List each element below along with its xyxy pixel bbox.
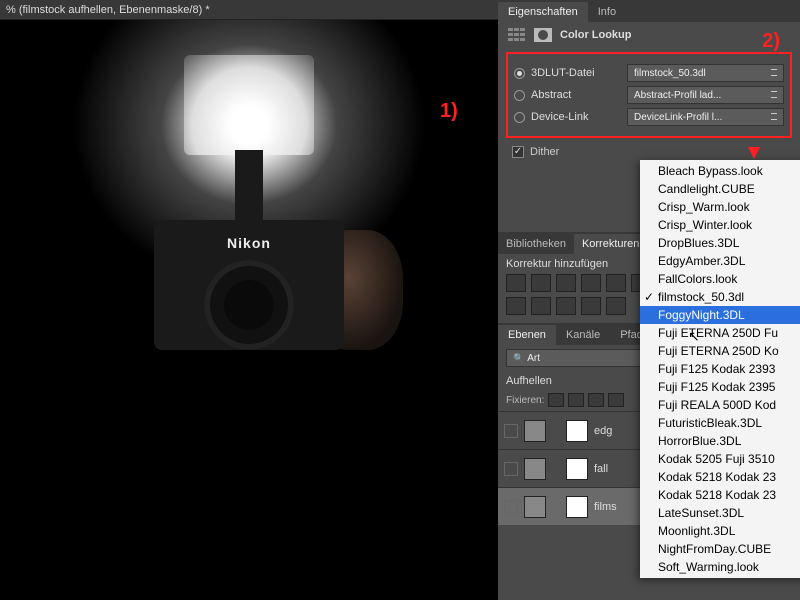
layer-name[interactable]: films <box>594 501 617 513</box>
link-icon[interactable] <box>552 424 560 438</box>
lut-menu-item[interactable]: Fuji F125 Kodak 2393 <box>640 360 800 378</box>
lut-menu-item[interactable]: EdgyAmber.3DL <box>640 252 800 270</box>
lookup-grid-icon[interactable] <box>508 28 526 42</box>
mask-thumb-icon[interactable] <box>566 458 588 480</box>
canvas-image[interactable]: Nikon <box>0 20 498 600</box>
lut-menu-item[interactable]: HorrorBlue.3DL <box>640 432 800 450</box>
camera-shape: Nikon <box>154 220 344 350</box>
lock-transparency-icon[interactable] <box>548 393 564 407</box>
lut-menu-item[interactable]: FoggyNight.3DL <box>640 306 800 324</box>
color-lookup-title: Color Lookup <box>560 29 632 41</box>
document-tab-label: % (filmstock aufhellen, Ebenenmaske/8) * <box>6 4 210 16</box>
lut-menu-item[interactable]: NightFromDay.CUBE <box>640 540 800 558</box>
lock-label: Fixieren: <box>506 395 544 406</box>
lut-menu-item[interactable]: Kodak 5218 Kodak 23 <box>640 468 800 486</box>
lut-menu-item[interactable]: Kodak 5218 Kodak 23 <box>640 486 800 504</box>
mask-thumb-icon[interactable] <box>566 420 588 442</box>
layer-thumb-icon[interactable] <box>524 458 546 480</box>
flash-shape <box>184 55 314 155</box>
mask-thumb-icon[interactable] <box>566 496 588 518</box>
camera-brand: Nikon <box>227 235 271 251</box>
layer-thumb-icon[interactable] <box>524 420 546 442</box>
document-tab[interactable]: % (filmstock aufhellen, Ebenenmaske/8) * <box>0 0 498 20</box>
tab-ebenen[interactable]: Ebenen <box>498 325 556 345</box>
lock-all-icon[interactable] <box>608 393 624 407</box>
adj-selective-icon[interactable] <box>606 297 626 315</box>
canvas-area: % (filmstock aufhellen, Ebenenmaske/8) *… <box>0 0 498 600</box>
lut-menu-item[interactable]: Fuji ETERNA 250D Ko <box>640 342 800 360</box>
color-lookup-header: Color Lookup <box>498 22 800 48</box>
adj-exposure-icon[interactable] <box>581 274 601 292</box>
lut-menu-item[interactable]: Fuji F125 Kodak 2395 <box>640 378 800 396</box>
visibility-icon[interactable] <box>504 462 518 476</box>
lut-menu-item[interactable]: Fuji ETERNA 250D Fu <box>640 324 800 342</box>
annotation-arrow-icon <box>748 147 760 159</box>
option-3dlut-row: 3DLUT-Datei filmstock_50.3dl <box>514 64 784 82</box>
lut-menu-item[interactable]: Moonlight.3DL <box>640 522 800 540</box>
layer-name[interactable]: edg <box>594 425 612 437</box>
checkbox-dither[interactable]: ✓ <box>512 146 524 158</box>
adj-threshold-icon[interactable] <box>556 297 576 315</box>
tab-korrekturen[interactable]: Korrekturen <box>574 234 647 254</box>
tab-eigenschaften[interactable]: Eigenschaften <box>498 2 588 22</box>
lut-menu-item[interactable]: filmstock_50.3dl <box>640 288 800 306</box>
annotation-2: 2) <box>762 30 780 53</box>
visibility-icon[interactable] <box>504 500 518 514</box>
tab-kanaele[interactable]: Kanäle <box>556 325 610 345</box>
visibility-icon[interactable] <box>504 424 518 438</box>
annotation-1: 1) <box>440 100 458 123</box>
adj-brightness-icon[interactable] <box>506 274 526 292</box>
lut-dropdown-menu[interactable]: Bleach Bypass.lookCandlelight.CUBECrisp_… <box>640 160 800 578</box>
adj-invert-icon[interactable] <box>506 297 526 315</box>
label-3dlut: 3DLUT-Datei <box>531 67 621 79</box>
adj-levels-icon[interactable] <box>531 274 551 292</box>
radio-3dlut[interactable] <box>514 68 525 79</box>
dropdown-devicelink[interactable]: DeviceLink-Profil l... <box>627 108 784 126</box>
adj-curves-icon[interactable] <box>556 274 576 292</box>
radio-devicelink[interactable] <box>514 112 525 123</box>
link-icon[interactable] <box>552 462 560 476</box>
lut-menu-item[interactable]: Fuji REALA 500D Kod <box>640 396 800 414</box>
lut-menu-item[interactable]: DropBlues.3DL <box>640 234 800 252</box>
lut-menu-item[interactable]: Crisp_Winter.look <box>640 216 800 234</box>
lut-menu-item[interactable]: Crisp_Warm.look <box>640 198 800 216</box>
label-devicelink: Device-Link <box>531 111 621 123</box>
option-devicelink-row: Device-Link DeviceLink-Profil l... <box>514 108 784 126</box>
lut-menu-item[interactable]: FuturisticBleak.3DL <box>640 414 800 432</box>
adj-posterize-icon[interactable] <box>531 297 551 315</box>
layer-name[interactable]: fall <box>594 463 608 475</box>
label-dither: Dither <box>530 146 559 158</box>
lut-menu-item[interactable]: Soft_Warming.look <box>640 558 800 576</box>
adj-gradientmap-icon[interactable] <box>581 297 601 315</box>
mask-icon[interactable] <box>534 28 552 42</box>
properties-tab-bar: Eigenschaften Info <box>498 0 800 22</box>
lut-menu-item[interactable]: Candlelight.CUBE <box>640 180 800 198</box>
lock-pixels-icon[interactable] <box>568 393 584 407</box>
annotation-redbox: 3DLUT-Datei filmstock_50.3dl Abstract Ab… <box>506 52 792 138</box>
lut-menu-item[interactable]: Kodak 5205 Fuji 3510 <box>640 450 800 468</box>
label-abstract: Abstract <box>531 89 621 101</box>
option-abstract-row: Abstract Abstract-Profil lad... <box>514 86 784 104</box>
link-icon[interactable] <box>552 500 560 514</box>
tab-bibliotheken[interactable]: Bibliotheken <box>498 234 574 254</box>
lock-position-icon[interactable] <box>588 393 604 407</box>
dropdown-abstract[interactable]: Abstract-Profil lad... <box>627 86 784 104</box>
layer-thumb-icon[interactable] <box>524 496 546 518</box>
dropdown-3dlut[interactable]: filmstock_50.3dl <box>627 64 784 82</box>
lut-menu-item[interactable]: LateSunset.3DL <box>640 504 800 522</box>
lut-menu-item[interactable]: Bleach Bypass.look <box>640 162 800 180</box>
tab-info[interactable]: Info <box>588 2 626 22</box>
lut-menu-item[interactable]: FallColors.look <box>640 270 800 288</box>
adj-vibrance-icon[interactable] <box>606 274 626 292</box>
radio-abstract[interactable] <box>514 90 525 101</box>
